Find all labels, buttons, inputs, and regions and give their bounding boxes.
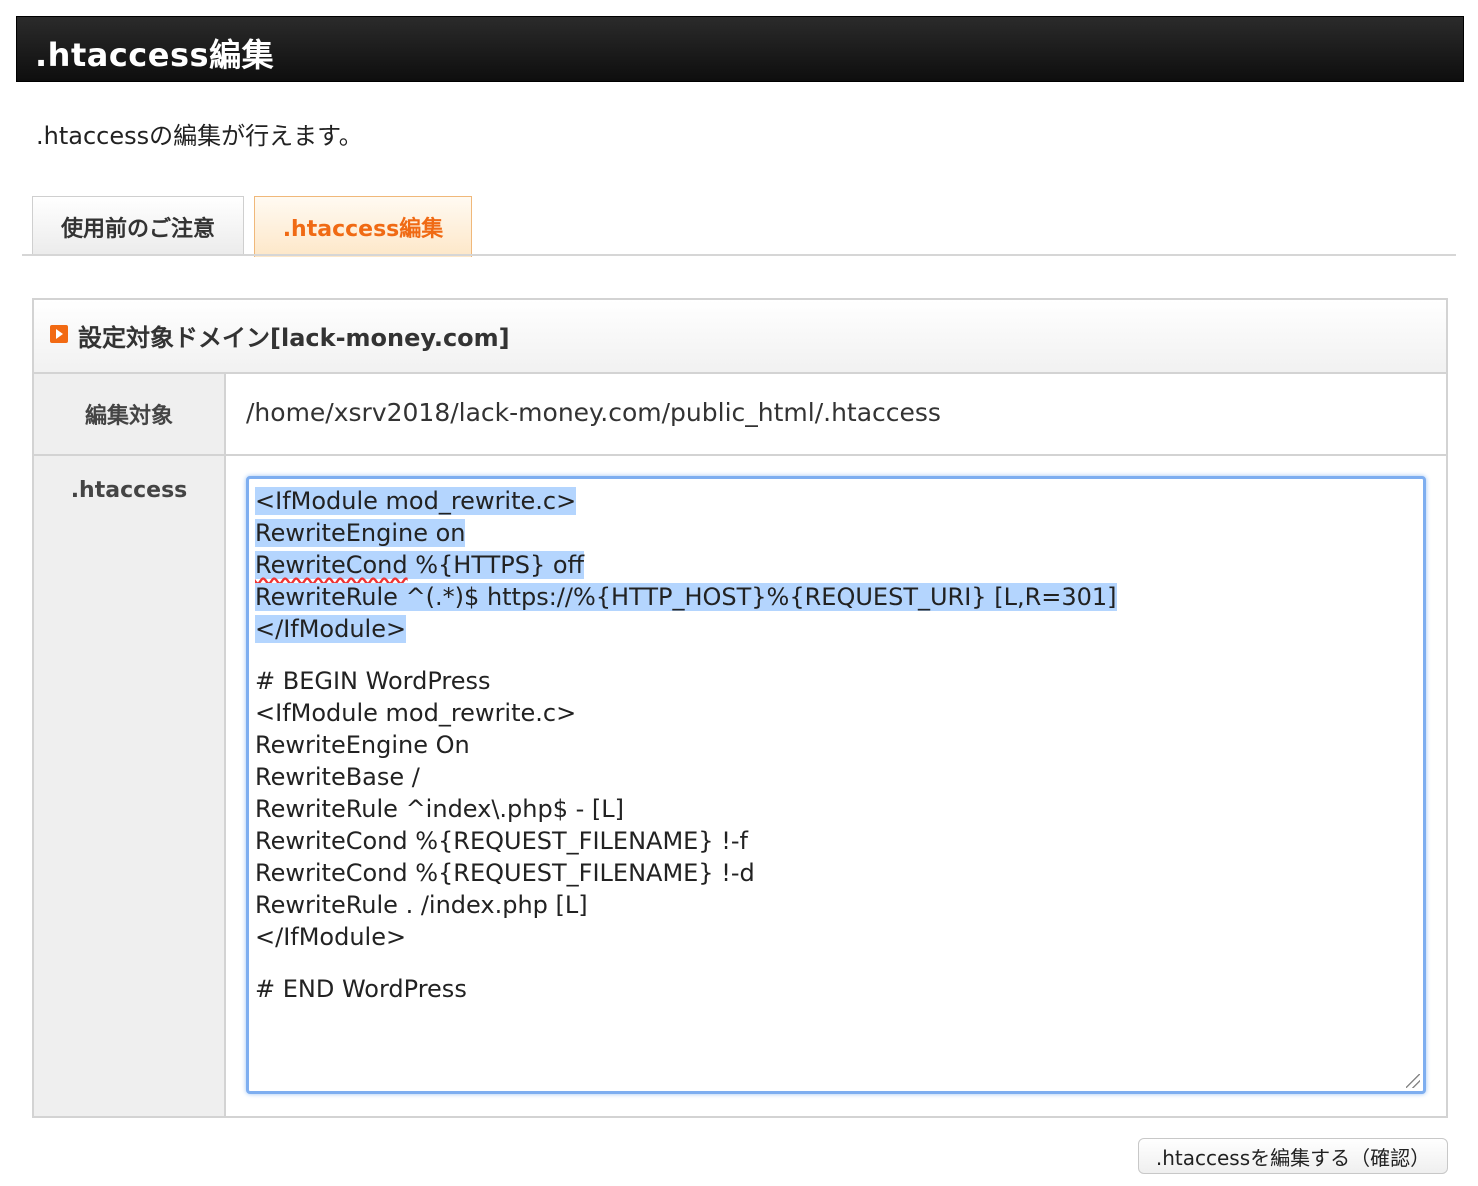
editor-line: </IfModule> [255,615,407,643]
page-description: .htaccessの編集が行えます。 [36,122,363,150]
resize-handle-icon[interactable] [1406,1074,1420,1088]
spellcheck-word: RewriteCond [255,551,408,579]
editor-line: RewriteBase / [255,763,420,791]
editor-line: RewriteRule ^index\.php$ - [L] [255,795,625,823]
editor-line: RewriteCond %{REQUEST_FILENAME} !-d [255,859,755,887]
settings-panel: 設定対象ドメイン[lack-money.com] 編集対象 /home/xsrv… [32,298,1448,1118]
editor-line: <IfModule mod_rewrite.c> [255,699,577,727]
target-path: /home/xsrv2018/lack-money.com/public_htm… [246,398,941,427]
tab-htaccess-edit[interactable]: .htaccess編集 [254,196,472,257]
page-header: .htaccess編集 [16,16,1464,82]
editor-line: RewriteCond %{HTTPS} off [255,551,585,579]
editor-line: # END WordPress [255,975,467,1003]
editor-line: <IfModule mod_rewrite.c> [255,487,577,515]
editor-line-rest: %{HTTPS} off [407,551,585,579]
htaccess-textarea[interactable]: <IfModule mod_rewrite.c> RewriteEngine o… [246,476,1426,1094]
play-bullet-icon [50,325,68,343]
htaccess-label: .htaccess [34,456,226,1116]
panel-title: 設定対象ドメイン[lack-money.com] [78,324,510,352]
editor-line: # BEGIN WordPress [255,667,491,695]
editor-line: </IfModule> [255,923,407,951]
editor-line: RewriteRule ^(.*)$ https://%{HTTP_HOST}%… [255,583,1117,611]
edit-confirm-button[interactable]: .htaccessを編集する（確認） [1138,1138,1448,1174]
editor-line: RewriteRule . /index.php [L] [255,891,588,919]
page-title: .htaccess編集 [35,36,275,74]
tab-precautions[interactable]: 使用前のご注意 [32,196,244,256]
editor-line: RewriteEngine On [255,731,470,759]
target-label: 編集対象 [34,374,226,456]
panel-header: 設定対象ドメイン[lack-money.com] [34,300,1446,374]
tabs-divider [22,254,1456,256]
row-divider [34,454,1446,456]
editor-line: RewriteCond %{REQUEST_FILENAME} !-f [255,827,748,855]
editor-line: RewriteEngine on [255,519,466,547]
